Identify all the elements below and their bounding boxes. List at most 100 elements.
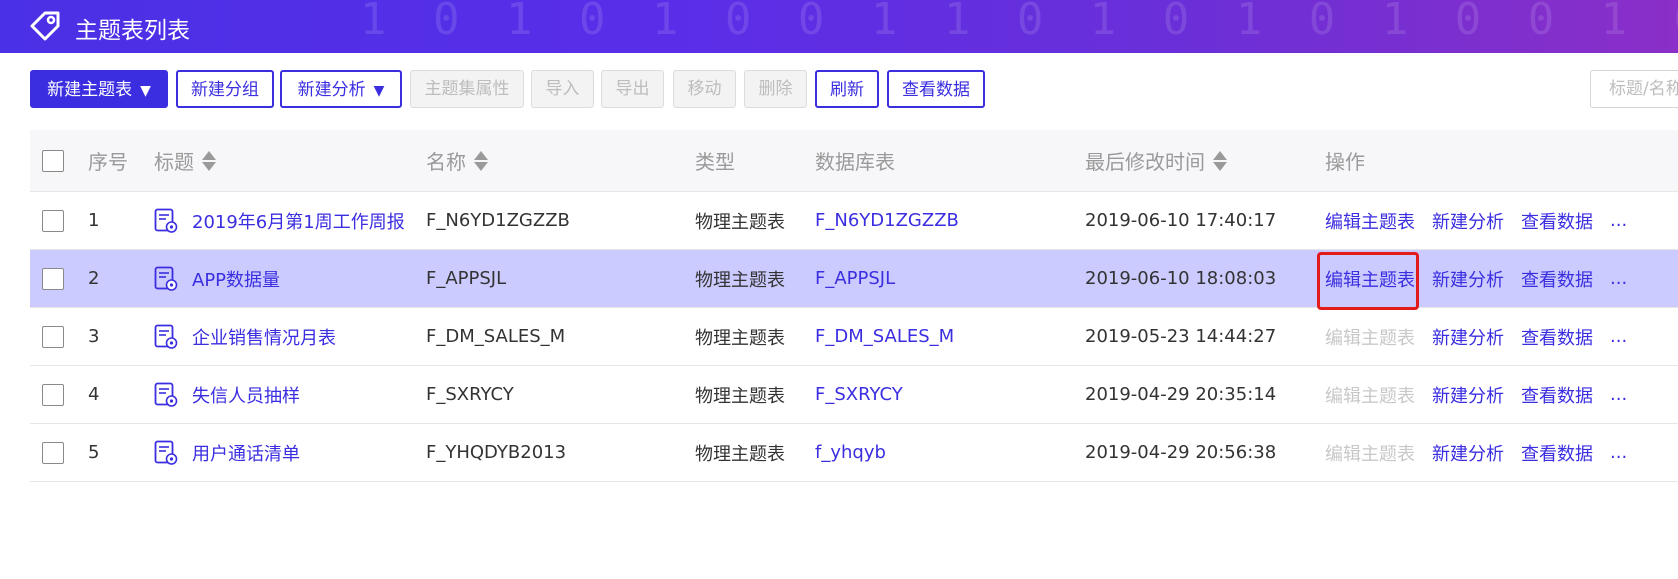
view-data-link[interactable]: 查看数据 [1521, 440, 1593, 466]
row-index: 2 [88, 268, 100, 289]
page-title: 主题表列表 [75, 18, 190, 44]
table-row[interactable]: 5 用户通话清单 F_YHQDYB2013 物理主题表 f_yhqyb 2019-04-2… [30, 424, 1678, 482]
row-title-link[interactable]: 用户通话清单 [192, 440, 300, 466]
table-header-row: 序号 标题 名称 类型 数据库表 最后修改时间 操作 [30, 130, 1678, 192]
more-actions-link[interactable]: ... [1610, 210, 1627, 231]
row-index: 4 [88, 384, 100, 405]
edit-table-link[interactable]: 编辑主题表 [1325, 382, 1415, 408]
edit-table-link[interactable]: 编辑主题表 [1325, 324, 1415, 350]
row-title[interactable]: 2019年6月第1周工作周报 [154, 192, 405, 249]
topic-table-icon [154, 440, 178, 466]
column-header-modified-label: 最后修改时间 [1085, 150, 1205, 174]
column-header-name[interactable]: 名称 [426, 130, 488, 191]
new-analysis-link[interactable]: 新建分析 [1432, 266, 1504, 292]
export-button[interactable]: 导出 [601, 70, 664, 108]
new-group-button[interactable]: 新建分组 [176, 70, 274, 108]
import-button[interactable]: 导入 [531, 70, 594, 108]
topic-table-icon [154, 208, 178, 234]
view-data-button[interactable]: 查看数据 [887, 70, 985, 108]
new-table-label: 新建主题表 [47, 80, 133, 100]
view-data-link[interactable]: 查看数据 [1521, 208, 1593, 234]
topic-table-icon [154, 266, 178, 292]
new-analysis-link[interactable]: 新建分析 [1432, 208, 1504, 234]
column-header-type: 类型 [695, 150, 735, 174]
set-properties-button[interactable]: 主题集属性 [410, 70, 524, 108]
header-background-digits: 1 0 1 0 1 0 0 1 1 0 1 0 1 0 1 0 0 1 0 1 [360, 0, 1678, 45]
new-analysis-label: 新建分析 [297, 80, 366, 100]
new-analysis-button[interactable]: 新建分析 ▼ [280, 70, 402, 108]
row-type: 物理主题表 [695, 443, 785, 465]
search-input[interactable]: 标题/名称 [1590, 70, 1678, 108]
row-ops: 编辑主题表 新建分析 查看数据... [1325, 366, 1644, 423]
row-checkbox[interactable] [42, 250, 64, 307]
sort-icon[interactable] [1213, 150, 1227, 172]
topic-table-icon [154, 324, 178, 350]
new-analysis-link[interactable]: 新建分析 [1432, 324, 1504, 350]
row-title[interactable]: 失信人员抽样 [154, 366, 300, 423]
row-ops: 编辑主题表 新建分析 查看数据... [1325, 308, 1644, 365]
new-analysis-link[interactable]: 新建分析 [1432, 440, 1504, 466]
row-title-link[interactable]: 企业销售情况月表 [192, 324, 336, 350]
view-data-link[interactable]: 查看数据 [1521, 324, 1593, 350]
page-header: 1 0 1 0 1 0 0 1 1 0 1 0 1 0 1 0 0 1 0 1 … [0, 0, 1678, 53]
refresh-button[interactable]: 刷新 [815, 70, 879, 108]
row-type: 物理主题表 [695, 327, 785, 349]
highlight-box [1317, 252, 1419, 310]
row-index: 3 [88, 326, 100, 347]
row-name: F_YHQDYB2013 [426, 442, 567, 463]
more-actions-link[interactable]: ... [1610, 384, 1627, 405]
view-data-link[interactable]: 查看数据 [1521, 266, 1593, 292]
more-actions-link[interactable]: ... [1610, 326, 1627, 347]
row-name: F_N6YD1ZGZZB [426, 210, 570, 231]
column-header-modified[interactable]: 最后修改时间 [1085, 130, 1227, 191]
chevron-down-icon: ▼ [140, 83, 151, 99]
sort-icon[interactable] [474, 150, 488, 172]
row-db-table-link[interactable]: F_APPSJL [815, 250, 895, 307]
row-checkbox[interactable] [42, 424, 64, 481]
row-name: F_APPSJL [426, 268, 507, 289]
row-checkbox[interactable] [42, 308, 64, 365]
row-checkbox[interactable] [42, 192, 64, 249]
new-analysis-link[interactable]: 新建分析 [1432, 382, 1504, 408]
select-all-checkbox[interactable] [42, 130, 64, 191]
table-row[interactable]: 3 企业销售情况月表 F_DM_SALES_M 物理主题表 F_DM_SALES_M 20… [30, 308, 1678, 366]
column-header-title-label: 标题 [154, 150, 194, 174]
table-row[interactable]: 2 APP数据量 F_APPSJL 物理主题表 F_APPSJL 2019-06-10 1… [30, 250, 1678, 308]
chevron-down-icon: ▼ [373, 83, 385, 99]
row-modified: 2019-06-10 18:08:03 [1085, 268, 1277, 289]
row-title-link[interactable]: APP数据量 [192, 266, 280, 292]
row-ops: 编辑主题表 新建分析 查看数据... [1325, 192, 1644, 249]
row-title[interactable]: APP数据量 [154, 250, 280, 307]
row-title-link[interactable]: 失信人员抽样 [192, 382, 300, 408]
table-row[interactable]: 1 2019年6月第1周工作周报 F_N6YD1ZGZZB 物理主题表 F_N6YD1Z… [30, 192, 1678, 250]
sort-icon[interactable] [202, 150, 216, 172]
more-actions-link[interactable]: ... [1610, 442, 1627, 463]
row-type: 物理主题表 [695, 385, 785, 407]
row-modified: 2019-05-23 14:44:27 [1085, 326, 1277, 347]
view-data-link[interactable]: 查看数据 [1521, 382, 1593, 408]
tag-icon [30, 11, 60, 41]
more-actions-link[interactable]: ... [1610, 268, 1627, 289]
row-title[interactable]: 企业销售情况月表 [154, 308, 336, 365]
delete-button[interactable]: 删除 [744, 70, 807, 108]
row-title[interactable]: 用户通话清单 [154, 424, 300, 481]
column-header-title[interactable]: 标题 [154, 130, 216, 191]
row-type: 物理主题表 [695, 211, 785, 233]
row-db-table-link[interactable]: F_SXRYCY [815, 366, 903, 423]
row-name: F_DM_SALES_M [426, 326, 566, 347]
edit-table-link[interactable]: 编辑主题表 [1325, 440, 1415, 466]
topic-table-icon [154, 382, 178, 408]
row-title-link[interactable]: 2019年6月第1周工作周报 [192, 208, 405, 234]
row-ops: 编辑主题表 新建分析 查看数据... [1325, 424, 1644, 481]
row-modified: 2019-04-29 20:35:14 [1085, 384, 1277, 405]
row-name: F_SXRYCY [426, 384, 514, 405]
row-checkbox[interactable] [42, 366, 64, 423]
column-header-index: 序号 [88, 150, 128, 174]
row-db-table-link[interactable]: F_DM_SALES_M [815, 308, 954, 365]
row-db-table-link[interactable]: F_N6YD1ZGZZB [815, 192, 959, 249]
table-row[interactable]: 4 失信人员抽样 F_SXRYCY 物理主题表 F_SXRYCY 2019-04-29 2… [30, 366, 1678, 424]
edit-table-link[interactable]: 编辑主题表 [1325, 208, 1415, 234]
move-button[interactable]: 移动 [673, 70, 736, 108]
new-table-button[interactable]: 新建主题表 ▼ [30, 70, 168, 108]
row-db-table-link[interactable]: f_yhqyb [815, 424, 886, 481]
